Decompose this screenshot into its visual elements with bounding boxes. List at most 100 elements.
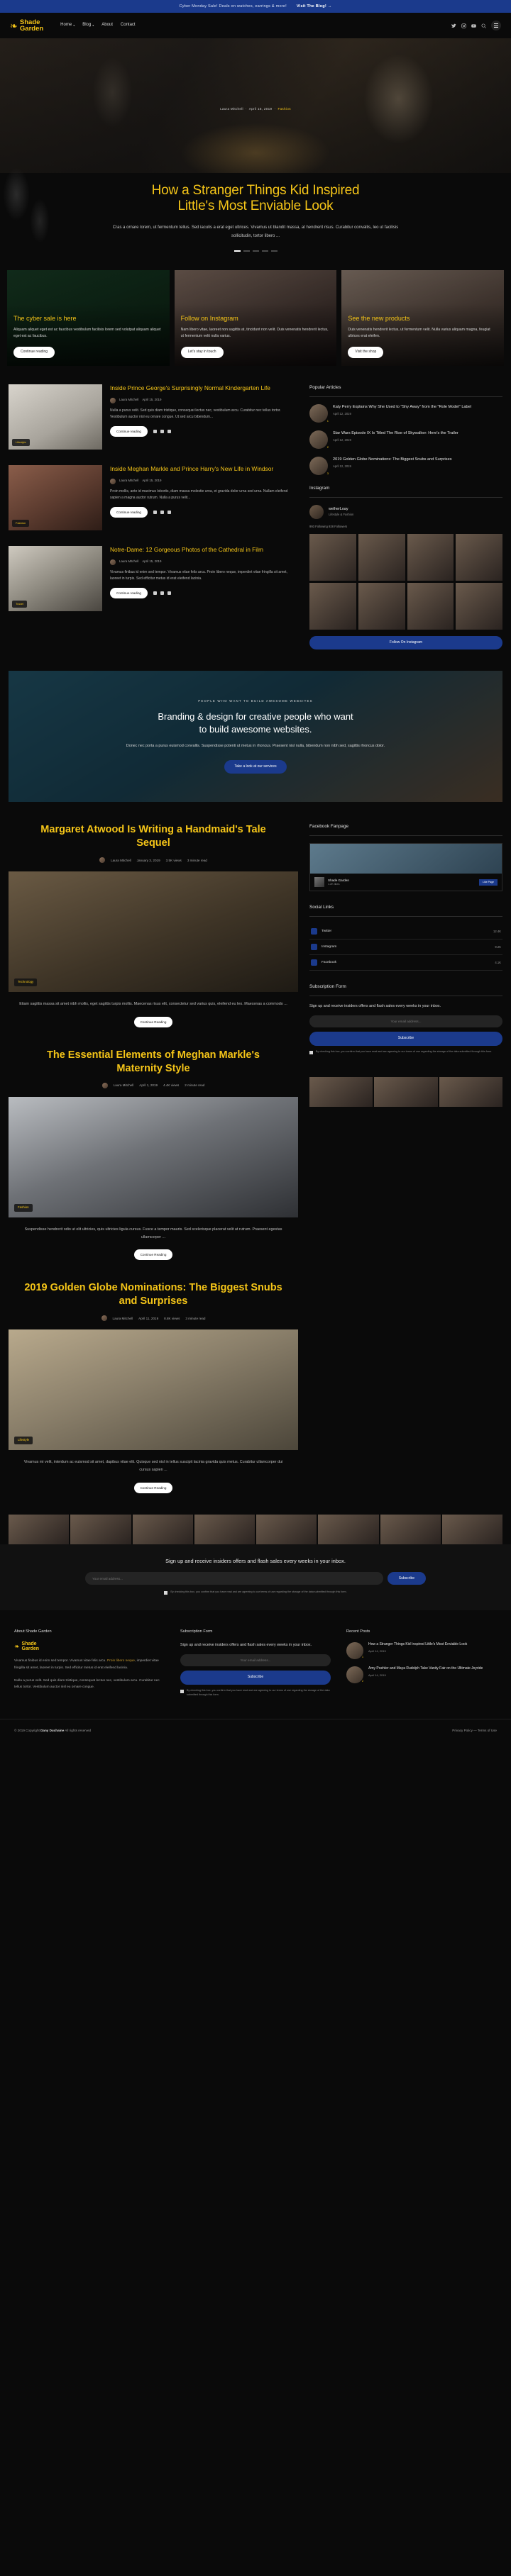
carousel-dot-5[interactable] — [270, 250, 278, 252]
feature-title[interactable]: Margaret Atwood Is Writing a Handmaid's … — [9, 823, 298, 850]
hero-title[interactable]: How a Stranger Things Kid Inspired Littl… — [43, 183, 468, 215]
recent-post-item[interactable]: 1 How a Stranger Things Kid Inspired Lit… — [346, 1641, 497, 1659]
gallery-tile[interactable] — [256, 1514, 317, 1544]
social-link-facebook[interactable]: Facebook 4.1K — [309, 955, 502, 971]
popular-title[interactable]: Star Wars Episode IX Is Titled The Rise … — [333, 430, 458, 436]
social-link-instagram[interactable]: Instagram 9.2K — [309, 939, 502, 956]
nav-item-contact[interactable]: Contact — [121, 22, 136, 28]
promo-card-instagram[interactable]: Follow on Instagram Nam libero vitae, la… — [174, 269, 337, 366]
feature-image[interactable]: Technology — [9, 871, 298, 993]
continue-reading-button[interactable]: Continue Reading — [133, 1482, 173, 1493]
subscribe-button[interactable]: Subscribe — [309, 1032, 502, 1047]
recent-title[interactable]: How a Stranger Things Kid Inspired Littl… — [368, 1642, 467, 1648]
consent-checkbox[interactable] — [164, 1591, 168, 1595]
carousel-dot-3[interactable] — [252, 250, 259, 252]
carousel-dot-2[interactable] — [243, 250, 250, 252]
popular-title[interactable]: 2019 Golden Globe Nominations: The Bigge… — [333, 457, 452, 462]
gallery-tile[interactable] — [318, 1514, 379, 1544]
twitter-icon[interactable] — [160, 511, 164, 515]
gallery-tile[interactable] — [70, 1514, 131, 1544]
promo-button[interactable]: Visit the shop — [348, 347, 384, 358]
post-tag-badge[interactable]: Lifestyle — [12, 438, 30, 446]
newsletter-email-input[interactable] — [85, 1572, 383, 1585]
popular-article-item[interactable]: 1 Katy Perry Explains Why She Used to "S… — [309, 403, 502, 423]
consent-checkbox[interactable] — [180, 1689, 184, 1693]
hero-tag[interactable]: Fashion — [278, 107, 290, 111]
continue-reading-button[interactable]: Continue reading — [110, 426, 148, 437]
facebook-card[interactable]: Shade Garden 1.2K likes Like Page — [309, 843, 502, 892]
twitter-icon[interactable] — [451, 23, 456, 28]
share-icons[interactable] — [153, 430, 171, 434]
post-title[interactable]: Notre-Dame: 12 Gorgeous Photos of the Ca… — [110, 546, 263, 553]
instagram-tile[interactable] — [358, 582, 405, 630]
feature-image[interactable]: Lifestyle — [9, 1329, 298, 1451]
feature-title[interactable]: The Essential Elements of Meghan Markle'… — [9, 1049, 298, 1076]
gallery-tile[interactable] — [132, 1514, 193, 1544]
gallery-tile[interactable] — [309, 1077, 373, 1108]
post-thumbnail[interactable]: Travel — [9, 545, 102, 611]
recent-post-item[interactable]: 2 Amy Poehler and Maya Rudolph Take Vani… — [346, 1666, 497, 1683]
gallery-tile[interactable] — [439, 1077, 502, 1108]
post-tag-badge[interactable]: Travel — [12, 600, 27, 608]
share-icons[interactable] — [153, 591, 171, 596]
instagram-tile[interactable] — [407, 534, 454, 581]
continue-reading-button[interactable]: Continue reading — [110, 507, 148, 518]
feature-title[interactable]: 2019 Golden Globe Nominations: The Bigge… — [9, 1281, 298, 1308]
twitter-icon[interactable] — [160, 430, 164, 434]
social-link-twitter[interactable]: Twitter 12.4K — [309, 924, 502, 940]
pinterest-icon[interactable] — [167, 511, 171, 515]
gallery-tile[interactable] — [194, 1514, 255, 1544]
nav-item-about[interactable]: About — [101, 22, 113, 28]
facebook-like-button[interactable]: Like Page — [479, 879, 498, 886]
continue-reading-button[interactable]: Continue Reading — [133, 1016, 173, 1028]
youtube-icon[interactable] — [471, 23, 476, 28]
popular-article-item[interactable]: 2 Star Wars Episode IX Is Titled The Ris… — [309, 430, 502, 449]
gallery-tile[interactable] — [9, 1514, 70, 1544]
share-icons[interactable] — [153, 511, 171, 515]
nav-item-home[interactable]: Home ▾ — [60, 22, 75, 28]
feature-image[interactable]: Fashion — [9, 1096, 298, 1217]
feature-tag-badge[interactable]: Fashion — [14, 1203, 33, 1212]
twitter-icon[interactable] — [160, 591, 164, 596]
gallery-tile[interactable] — [380, 1514, 441, 1544]
continue-reading-button[interactable]: Continue reading — [110, 588, 148, 599]
instagram-profile[interactable]: welherLoay Lifestyle & Fashion — [309, 504, 502, 519]
follow-on-instagram-button[interactable]: Follow On Instagram — [309, 635, 502, 650]
facebook-icon[interactable] — [153, 591, 157, 596]
footer-about-link[interactable]: Proin libero neque — [107, 1659, 135, 1663]
promo-card-products[interactable]: See the new products Duis venenatis hend… — [341, 269, 505, 366]
footer-subscribe-button[interactable]: Subscribe — [180, 1671, 331, 1685]
carousel-dots[interactable] — [43, 250, 468, 252]
facebook-icon[interactable] — [153, 511, 157, 515]
instagram-tile[interactable] — [358, 534, 405, 581]
carousel-dot-4[interactable] — [261, 250, 268, 252]
instagram-tile[interactable] — [456, 582, 502, 630]
consent-checkbox[interactable] — [309, 1051, 313, 1055]
legal-links[interactable]: Privacy Policy — Terms of Use — [452, 1728, 497, 1733]
post-tag-badge[interactable]: Fashion — [12, 519, 30, 527]
post-thumbnail[interactable]: Lifestyle — [9, 384, 102, 450]
popular-article-item[interactable]: 3 2019 Golden Globe Nominations: The Big… — [309, 456, 502, 475]
gallery-tile[interactable] — [441, 1514, 502, 1544]
pinterest-icon[interactable] — [167, 591, 171, 596]
hamburger-icon[interactable] — [491, 21, 501, 30]
search-icon[interactable] — [481, 23, 486, 28]
post-title[interactable]: Inside Prince George's Surprisingly Norm… — [110, 384, 270, 391]
footer-email-input[interactable] — [180, 1654, 331, 1667]
newsletter-subscribe-button[interactable]: Subscribe — [387, 1572, 426, 1585]
post-title[interactable]: Inside Meghan Markle and Prince Harry's … — [110, 465, 273, 472]
instagram-tile[interactable] — [407, 582, 454, 630]
promo-card-cyber-sale[interactable]: The cyber sale is here Aliquam aliquet e… — [7, 269, 170, 366]
continue-reading-button[interactable]: Continue Reading — [133, 1249, 173, 1261]
footer-logo[interactable]: ❧ Shade Garden — [14, 1641, 165, 1651]
site-logo[interactable]: ❧ Shade Garden — [10, 19, 43, 33]
facebook-icon[interactable] — [153, 430, 157, 434]
subscription-email-input[interactable] — [309, 1015, 502, 1028]
feature-tag-badge[interactable]: Technology — [14, 978, 38, 987]
instagram-tile[interactable] — [456, 534, 502, 581]
recent-title[interactable]: Amy Poehler and Maya Rudolph Take Vanity… — [368, 1666, 483, 1672]
nav-item-blog[interactable]: Blog ▾ — [82, 22, 94, 28]
gallery-tile[interactable] — [374, 1077, 438, 1108]
carousel-dot-1[interactable] — [233, 250, 241, 252]
announcement-cta-link[interactable]: Visit The Blog! → — [297, 4, 332, 10]
